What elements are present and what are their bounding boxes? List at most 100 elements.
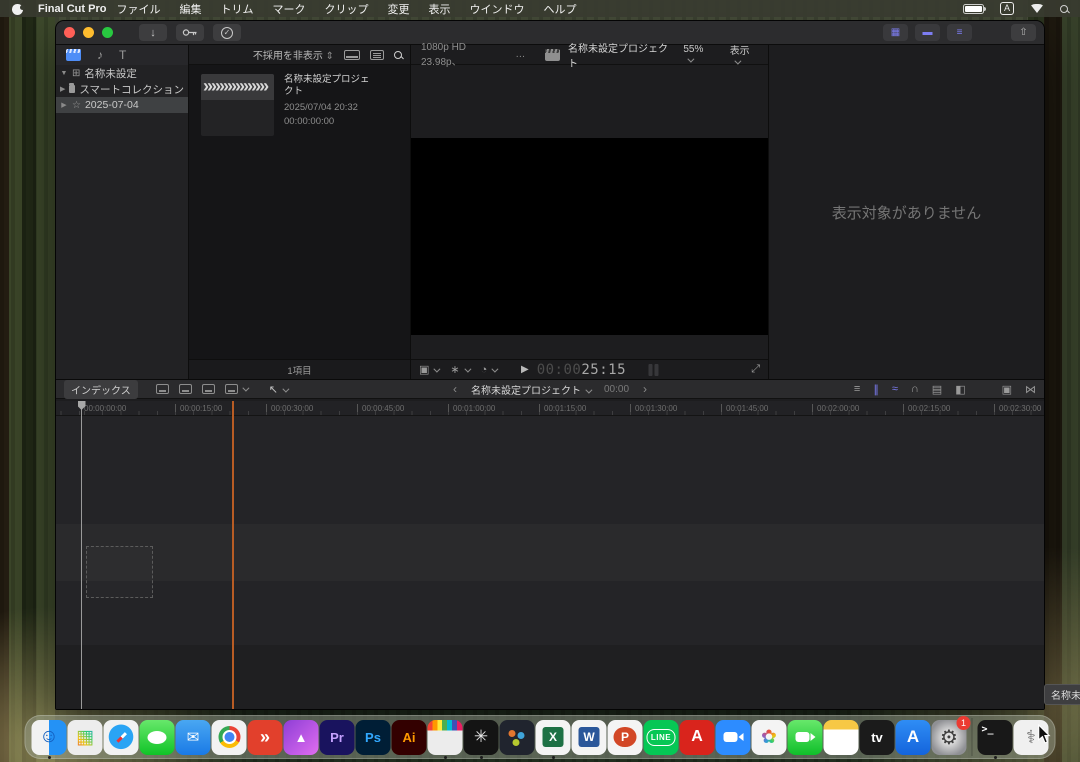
view-popup[interactable]: 表示 bbox=[730, 42, 758, 68]
disclosure-closed-icon[interactable]: ▶ bbox=[60, 85, 65, 93]
timeline-project-popup[interactable]: 名称未設定プロジェクト bbox=[471, 382, 590, 397]
menu-item[interactable]: トリム bbox=[220, 1, 253, 17]
photos-audio-tab-icon[interactable]: ♪ bbox=[97, 48, 103, 62]
sidebar-item-event[interactable]: ▶ ☆ 2025-07-04 bbox=[56, 97, 188, 113]
menu-item[interactable]: マーク bbox=[272, 1, 305, 17]
sidebar-item-smart-collection[interactable]: ▶ スマートコレクション bbox=[56, 81, 188, 97]
more-icon[interactable]: … bbox=[515, 49, 525, 60]
menu-item[interactable]: ウインドウ bbox=[469, 1, 524, 17]
trim-icon[interactable]: ≡ bbox=[854, 383, 860, 395]
clip-appearance-icon[interactable]: ▤ bbox=[932, 383, 942, 396]
menu-item[interactable]: 編集 bbox=[179, 1, 201, 17]
dock-powerpoint[interactable] bbox=[608, 720, 643, 755]
disclosure-open-icon[interactable]: ▼ bbox=[60, 70, 68, 77]
overwrite-edit-icon[interactable] bbox=[225, 384, 247, 395]
show-browser-button[interactable]: ▦ bbox=[883, 24, 908, 41]
audio-lanes-icon[interactable]: ◧ bbox=[955, 383, 965, 396]
dock-mail[interactable] bbox=[176, 720, 211, 755]
clip-drop-zone[interactable] bbox=[86, 546, 153, 598]
insert-edit-icon[interactable] bbox=[179, 384, 192, 394]
playhead[interactable] bbox=[81, 401, 82, 709]
retime-tool-icon[interactable]: ◔ bbox=[481, 364, 497, 376]
dock-acrobat[interactable] bbox=[680, 720, 715, 755]
titles-generators-tab-icon[interactable]: T bbox=[119, 48, 126, 62]
dock-apple-tv[interactable] bbox=[860, 720, 895, 755]
dock-chrome[interactable] bbox=[212, 720, 247, 755]
previous-project-icon[interactable]: ‹ bbox=[453, 382, 457, 396]
dock-divider[interactable] bbox=[972, 718, 973, 756]
menu-item[interactable]: クリップ bbox=[324, 1, 368, 17]
dock-affinity[interactable] bbox=[284, 720, 319, 755]
dock-app-store[interactable] bbox=[896, 720, 931, 755]
transform-tool-icon[interactable]: ▣ bbox=[419, 363, 438, 376]
dock-terminal[interactable] bbox=[978, 720, 1013, 755]
dock-black-fan-app[interactable] bbox=[464, 720, 499, 755]
apple-menu-icon[interactable] bbox=[12, 2, 24, 16]
filter-popup[interactable]: 不採用を非表示 ⇕ bbox=[253, 47, 334, 62]
menu-item[interactable]: 変更 bbox=[387, 1, 409, 17]
select-tool-popup[interactable]: ↖ bbox=[269, 383, 287, 396]
append-edit-icon[interactable] bbox=[202, 384, 215, 394]
menu-item[interactable]: 表示 bbox=[428, 1, 450, 17]
dock-word[interactable] bbox=[572, 720, 607, 755]
filmstrip-view-icon[interactable] bbox=[344, 50, 360, 60]
keyword-editor-button[interactable] bbox=[176, 24, 204, 41]
dock-finder[interactable] bbox=[32, 720, 67, 755]
zoom-level-popup[interactable]: 55% bbox=[683, 44, 711, 66]
skimming-icon[interactable]: ≈ bbox=[892, 383, 898, 395]
dock-launchpad[interactable] bbox=[68, 720, 103, 755]
dock-facetime[interactable] bbox=[788, 720, 823, 755]
wifi-icon[interactable] bbox=[1030, 4, 1044, 13]
menu-item[interactable]: ファイル bbox=[116, 1, 160, 17]
zoom-window-button[interactable] bbox=[102, 27, 113, 38]
dock-safari[interactable] bbox=[104, 720, 139, 755]
connect-edit-icon[interactable] bbox=[156, 384, 169, 394]
disclosure-closed-icon[interactable]: ▶ bbox=[60, 101, 68, 109]
battery-icon[interactable] bbox=[963, 4, 984, 14]
show-inspector-button[interactable]: ≡ bbox=[947, 24, 972, 41]
show-timeline-button[interactable]: ▬ bbox=[915, 24, 940, 41]
sidebar-item-library[interactable]: ▼ ⊞ 名称未設定 bbox=[56, 65, 188, 81]
spotlight-search-icon[interactable] bbox=[1060, 5, 1068, 13]
dock-red-chevron-app[interactable] bbox=[248, 720, 283, 755]
dock-illustrator[interactable] bbox=[392, 720, 427, 755]
share-button[interactable]: ⇧ bbox=[1011, 24, 1036, 41]
dock-photoshop[interactable] bbox=[356, 720, 391, 755]
browser-search-icon[interactable] bbox=[394, 51, 402, 59]
dock-zoom[interactable] bbox=[716, 720, 751, 755]
skimmer-playhead[interactable] bbox=[232, 401, 234, 709]
dock-messages[interactable] bbox=[140, 720, 175, 755]
import-media-button[interactable]: ↓ bbox=[139, 24, 167, 41]
solo-icon[interactable]: ∩ bbox=[911, 383, 919, 395]
dock-settings[interactable]: 1 bbox=[932, 720, 967, 755]
transitions-browser-icon[interactable]: ⋈ bbox=[1025, 383, 1036, 396]
index-button[interactable]: インデックス bbox=[64, 380, 138, 399]
dock-davinci-resolve[interactable] bbox=[500, 720, 535, 755]
list-view-icon[interactable] bbox=[370, 50, 384, 60]
background-tasks-button[interactable]: ✓ bbox=[213, 24, 241, 41]
input-source-icon[interactable]: A bbox=[1000, 2, 1014, 15]
effects-browser-icon[interactable]: ▣ bbox=[1002, 383, 1012, 396]
enhancements-tool-icon[interactable]: ∗ bbox=[450, 363, 468, 376]
libraries-tab-icon[interactable] bbox=[66, 49, 81, 61]
dock-notes[interactable] bbox=[824, 720, 859, 755]
play-button[interactable]: ▶ bbox=[521, 364, 529, 375]
timeline-tracks[interactable] bbox=[56, 416, 1044, 709]
dock-photos[interactable] bbox=[752, 720, 787, 755]
dock-final-cut-pro[interactable] bbox=[428, 720, 463, 755]
snapping-icon[interactable]: ∥ bbox=[873, 383, 879, 396]
app-menu-title[interactable]: Final Cut Pro bbox=[38, 3, 106, 15]
next-project-icon[interactable]: › bbox=[643, 382, 647, 396]
video-canvas[interactable] bbox=[411, 138, 768, 335]
audio-meters-icon[interactable] bbox=[648, 364, 658, 376]
close-window-button[interactable] bbox=[64, 27, 75, 38]
clip-thumbnail[interactable] bbox=[201, 74, 274, 136]
timecode-display[interactable]: 00:0025:15 bbox=[537, 362, 626, 378]
dock-line[interactable] bbox=[644, 720, 679, 755]
menu-item[interactable]: ヘルプ bbox=[543, 1, 576, 17]
dock-premiere[interactable] bbox=[320, 720, 355, 755]
project-clip[interactable]: 名称未設定プロジェクト 2025/07/04 20:32 00:00:00:00 bbox=[201, 74, 376, 136]
timeline-ruler[interactable]: 00:00:00:0000:00:15:0000:00:30:0000:00:4… bbox=[56, 401, 1044, 416]
dock-excel[interactable] bbox=[536, 720, 571, 755]
fullscreen-icon[interactable]: ⤢ bbox=[751, 363, 760, 376]
